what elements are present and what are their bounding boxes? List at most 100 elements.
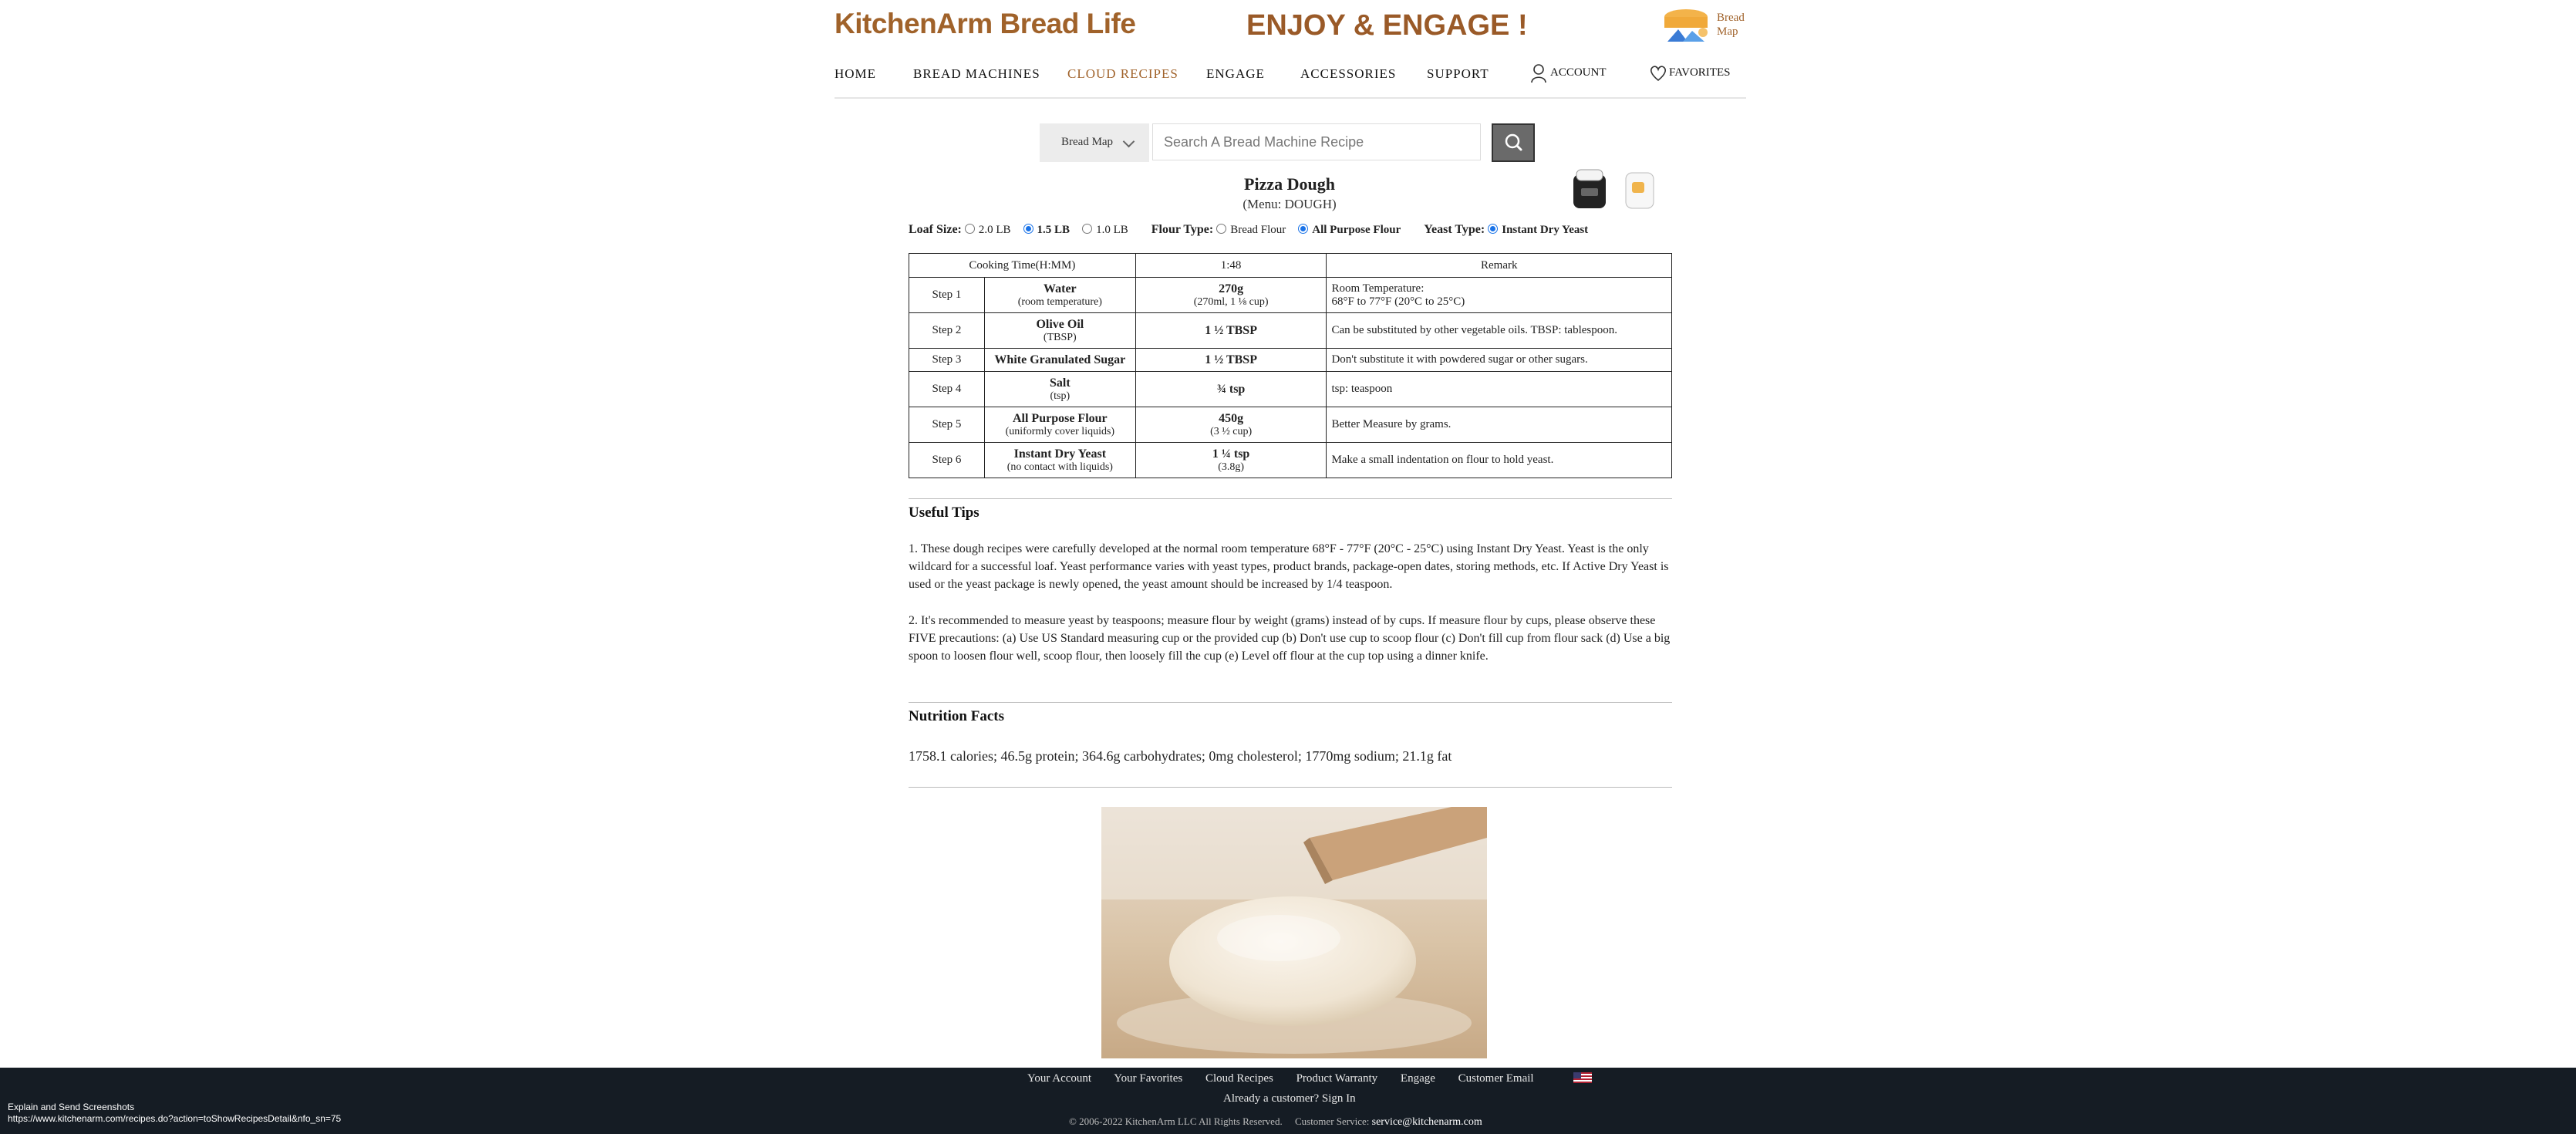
amount-cell: 270g (270ml, 1 ⅛ cup) <box>1135 277 1327 313</box>
yeast-option-instant[interactable]: Instant Dry Yeast <box>1488 224 1588 237</box>
ingredient-note: (room temperature) <box>1017 295 1102 308</box>
recipe-options: Loaf Size: 2.0 LB 1.5 LB 1.0 LB Flour Ty… <box>909 223 1608 237</box>
ingredient-note: (no contact with liquids) <box>1006 461 1113 473</box>
site-footer: Your Account Your Favorites Cloud Recipe… <box>0 1068 2576 1134</box>
table-header-row: Cooking Time(H:MM) 1:48 Remark <box>909 253 1672 278</box>
footer-sign-in[interactable]: Already a customer? Sign In <box>1223 1092 1356 1105</box>
footer-link-warranty[interactable]: Product Warranty <box>1296 1072 1378 1085</box>
loaf-option-label: 1.0 LB <box>1096 224 1128 236</box>
customer-service-label: Customer Service: <box>1294 1115 1370 1127</box>
remark-text: Can be substituted by other vegetable oi… <box>1331 324 1617 336</box>
divider <box>909 787 1672 788</box>
ingredient-note: (uniformly cover liquids) <box>1005 425 1115 437</box>
nav-account[interactable]: ACCOUNT <box>1550 66 1607 79</box>
ingredient-name: Instant Dry Yeast <box>1013 447 1107 461</box>
bread-map-icon <box>1664 9 1708 42</box>
loaf-option-1.5lb[interactable]: 1.5 LB <box>1023 224 1071 237</box>
footer-link-cloud-recipes[interactable]: Cloud Recipes <box>1205 1072 1273 1085</box>
divider <box>909 498 1672 499</box>
site-tagline: ENJOY & ENGAGE ! <box>1246 9 1528 42</box>
ingredient-name: Water <box>1044 282 1077 295</box>
us-flag-icon[interactable] <box>1573 1072 1592 1083</box>
useful-tips-heading: Useful Tips <box>909 505 979 521</box>
step-label: Step 3 <box>909 348 985 372</box>
step-label: Step 4 <box>909 371 985 407</box>
amount-value: 270g <box>1219 282 1244 295</box>
nav-home[interactable]: HOME <box>835 66 876 82</box>
tip-2: 2. It's recommended to measure yeast by … <box>909 614 1671 663</box>
bread-map-label: Bread Map <box>1717 12 1745 38</box>
status-line-1: Explain and Send Screenshots <box>8 1102 135 1112</box>
amount-note: (3.8g) <box>1218 461 1245 473</box>
ingredient-note: (tsp) <box>1050 390 1071 402</box>
ingredient-name: White Granulated Sugar <box>994 353 1126 366</box>
recipe-steps-table: Cooking Time(H:MM) 1:48 Remark Step 1 Wa… <box>909 253 1672 478</box>
ingredient-cell: All Purpose Flour (uniformly cover liquid… <box>983 407 1136 443</box>
amount-cell: 450g (3 ½ cup) <box>1135 407 1327 443</box>
search-button[interactable] <box>1492 123 1535 162</box>
ingredient-cell: Water (room temperature) <box>983 277 1136 313</box>
step-label: Step 1 <box>909 277 985 313</box>
site-logo[interactable]: KitchenArm Bread Life <box>835 8 1136 40</box>
flour-option-label: Bread Flour <box>1230 224 1286 236</box>
amount-value: ¾ tsp <box>1216 383 1246 396</box>
loaf-option-1lb[interactable]: 1.0 LB <box>1082 224 1128 237</box>
divider <box>909 702 1672 703</box>
table-row: Step 4 Salt (tsp) ¾ tsp tsp: teaspoon <box>909 371 1672 407</box>
remark-text: Room Temperature: <box>1331 282 1425 295</box>
heart-icon[interactable] <box>1649 65 1667 82</box>
amount-value: 1 ½ TBSP <box>1205 353 1257 366</box>
bread-machine-black-icon[interactable] <box>1570 167 1609 211</box>
nav-engage[interactable]: ENGAGE <box>1206 66 1265 82</box>
remark-cell: Don't substitute it with powdered sugar … <box>1326 348 1672 372</box>
amount-value: 450g <box>1219 411 1244 425</box>
ingredient-name: Olive Oil <box>1036 317 1084 331</box>
loaf-option-2lb[interactable]: 2.0 LB <box>964 224 1011 237</box>
tip-1: 1. These dough recipes were carefully de… <box>909 542 1669 591</box>
remark-cell: Better Measure by grams. <box>1326 407 1672 443</box>
remark-text: Make a small indentation on flour to hol… <box>1331 454 1554 466</box>
footer-link-customer-email[interactable]: Customer Email <box>1458 1072 1534 1085</box>
nutrition-heading: Nutrition Facts <box>909 708 1005 724</box>
bread-machine-white-icon[interactable] <box>1623 168 1657 211</box>
nav-accessories[interactable]: ACCESSORIES <box>1300 66 1396 82</box>
customer-service-email[interactable]: service@kitchenarm.com <box>1372 1116 1482 1128</box>
cooking-time-value: 1:48 <box>1135 253 1327 278</box>
table-row: Step 2 Olive Oil (TBSP) 1 ½ TBSP Can be s… <box>909 312 1672 349</box>
table-row: Step 5 All Purpose Flour (uniformly cover… <box>909 407 1672 443</box>
remark-text: Don't substitute it with powdered sugar … <box>1331 353 1588 366</box>
footer-link-engage[interactable]: Engage <box>1401 1072 1435 1085</box>
nutrition-facts: 1758.1 calories; 46.5g protein; 364.6g c… <box>909 748 1452 764</box>
remark-cell: Can be substituted by other vegetable oi… <box>1326 312 1672 349</box>
amount-cell: 1 ½ TBSP <box>1135 348 1327 372</box>
remark-text: tsp: teaspoon <box>1331 383 1393 395</box>
flour-option-bread[interactable]: Bread Flour <box>1216 224 1286 237</box>
ingredient-cell: Salt (tsp) <box>983 371 1136 407</box>
search-icon <box>1505 133 1522 151</box>
loaf-size-label: Loaf Size: <box>909 223 962 236</box>
chevron-down-icon <box>1122 135 1135 148</box>
step-label: Step 6 <box>909 442 985 478</box>
footer-copyright: © 2006-2022 KitchenArm LLC All Rights Re… <box>1069 1115 1482 1129</box>
footer-link-account[interactable]: Your Account <box>1027 1072 1091 1085</box>
footer-link-favorites[interactable]: Your Favorites <box>1114 1072 1182 1085</box>
ingredient-cell: Instant Dry Yeast (no contact with liquid… <box>983 442 1136 478</box>
nav-cloud-recipes[interactable]: CLOUD RECIPES <box>1067 66 1178 82</box>
table-row: Step 6 Instant Dry Yeast (no contact with… <box>909 442 1672 478</box>
search-input[interactable] <box>1152 123 1481 160</box>
recipe-menu: (Menu: DOUGH) <box>1242 197 1337 211</box>
ingredient-cell: Olive Oil (TBSP) <box>983 312 1136 349</box>
main-nav: HOME BREAD MACHINES CLOUD RECIPES ENGAGE… <box>835 63 1746 99</box>
flour-option-all-purpose[interactable]: All Purpose Flour <box>1298 224 1401 237</box>
step-label: Step 5 <box>909 407 985 443</box>
nav-support[interactable]: SUPPORT <box>1427 66 1489 82</box>
flour-option-label: All Purpose Flour <box>1312 224 1401 236</box>
account-icon[interactable] <box>1530 63 1547 83</box>
flour-type-label: Flour Type: <box>1151 223 1214 236</box>
recipe-title: Pizza Dough <box>1244 174 1335 194</box>
bread-map-link[interactable]: Bread Map <box>1658 6 1748 45</box>
search-category-select[interactable]: Bread Map <box>1040 123 1149 162</box>
nav-favorites[interactable]: FAVORITES <box>1669 66 1730 79</box>
nav-bread-machines[interactable]: BREAD MACHINES <box>913 66 1040 82</box>
loaf-option-label: 1.5 LB <box>1037 224 1071 236</box>
